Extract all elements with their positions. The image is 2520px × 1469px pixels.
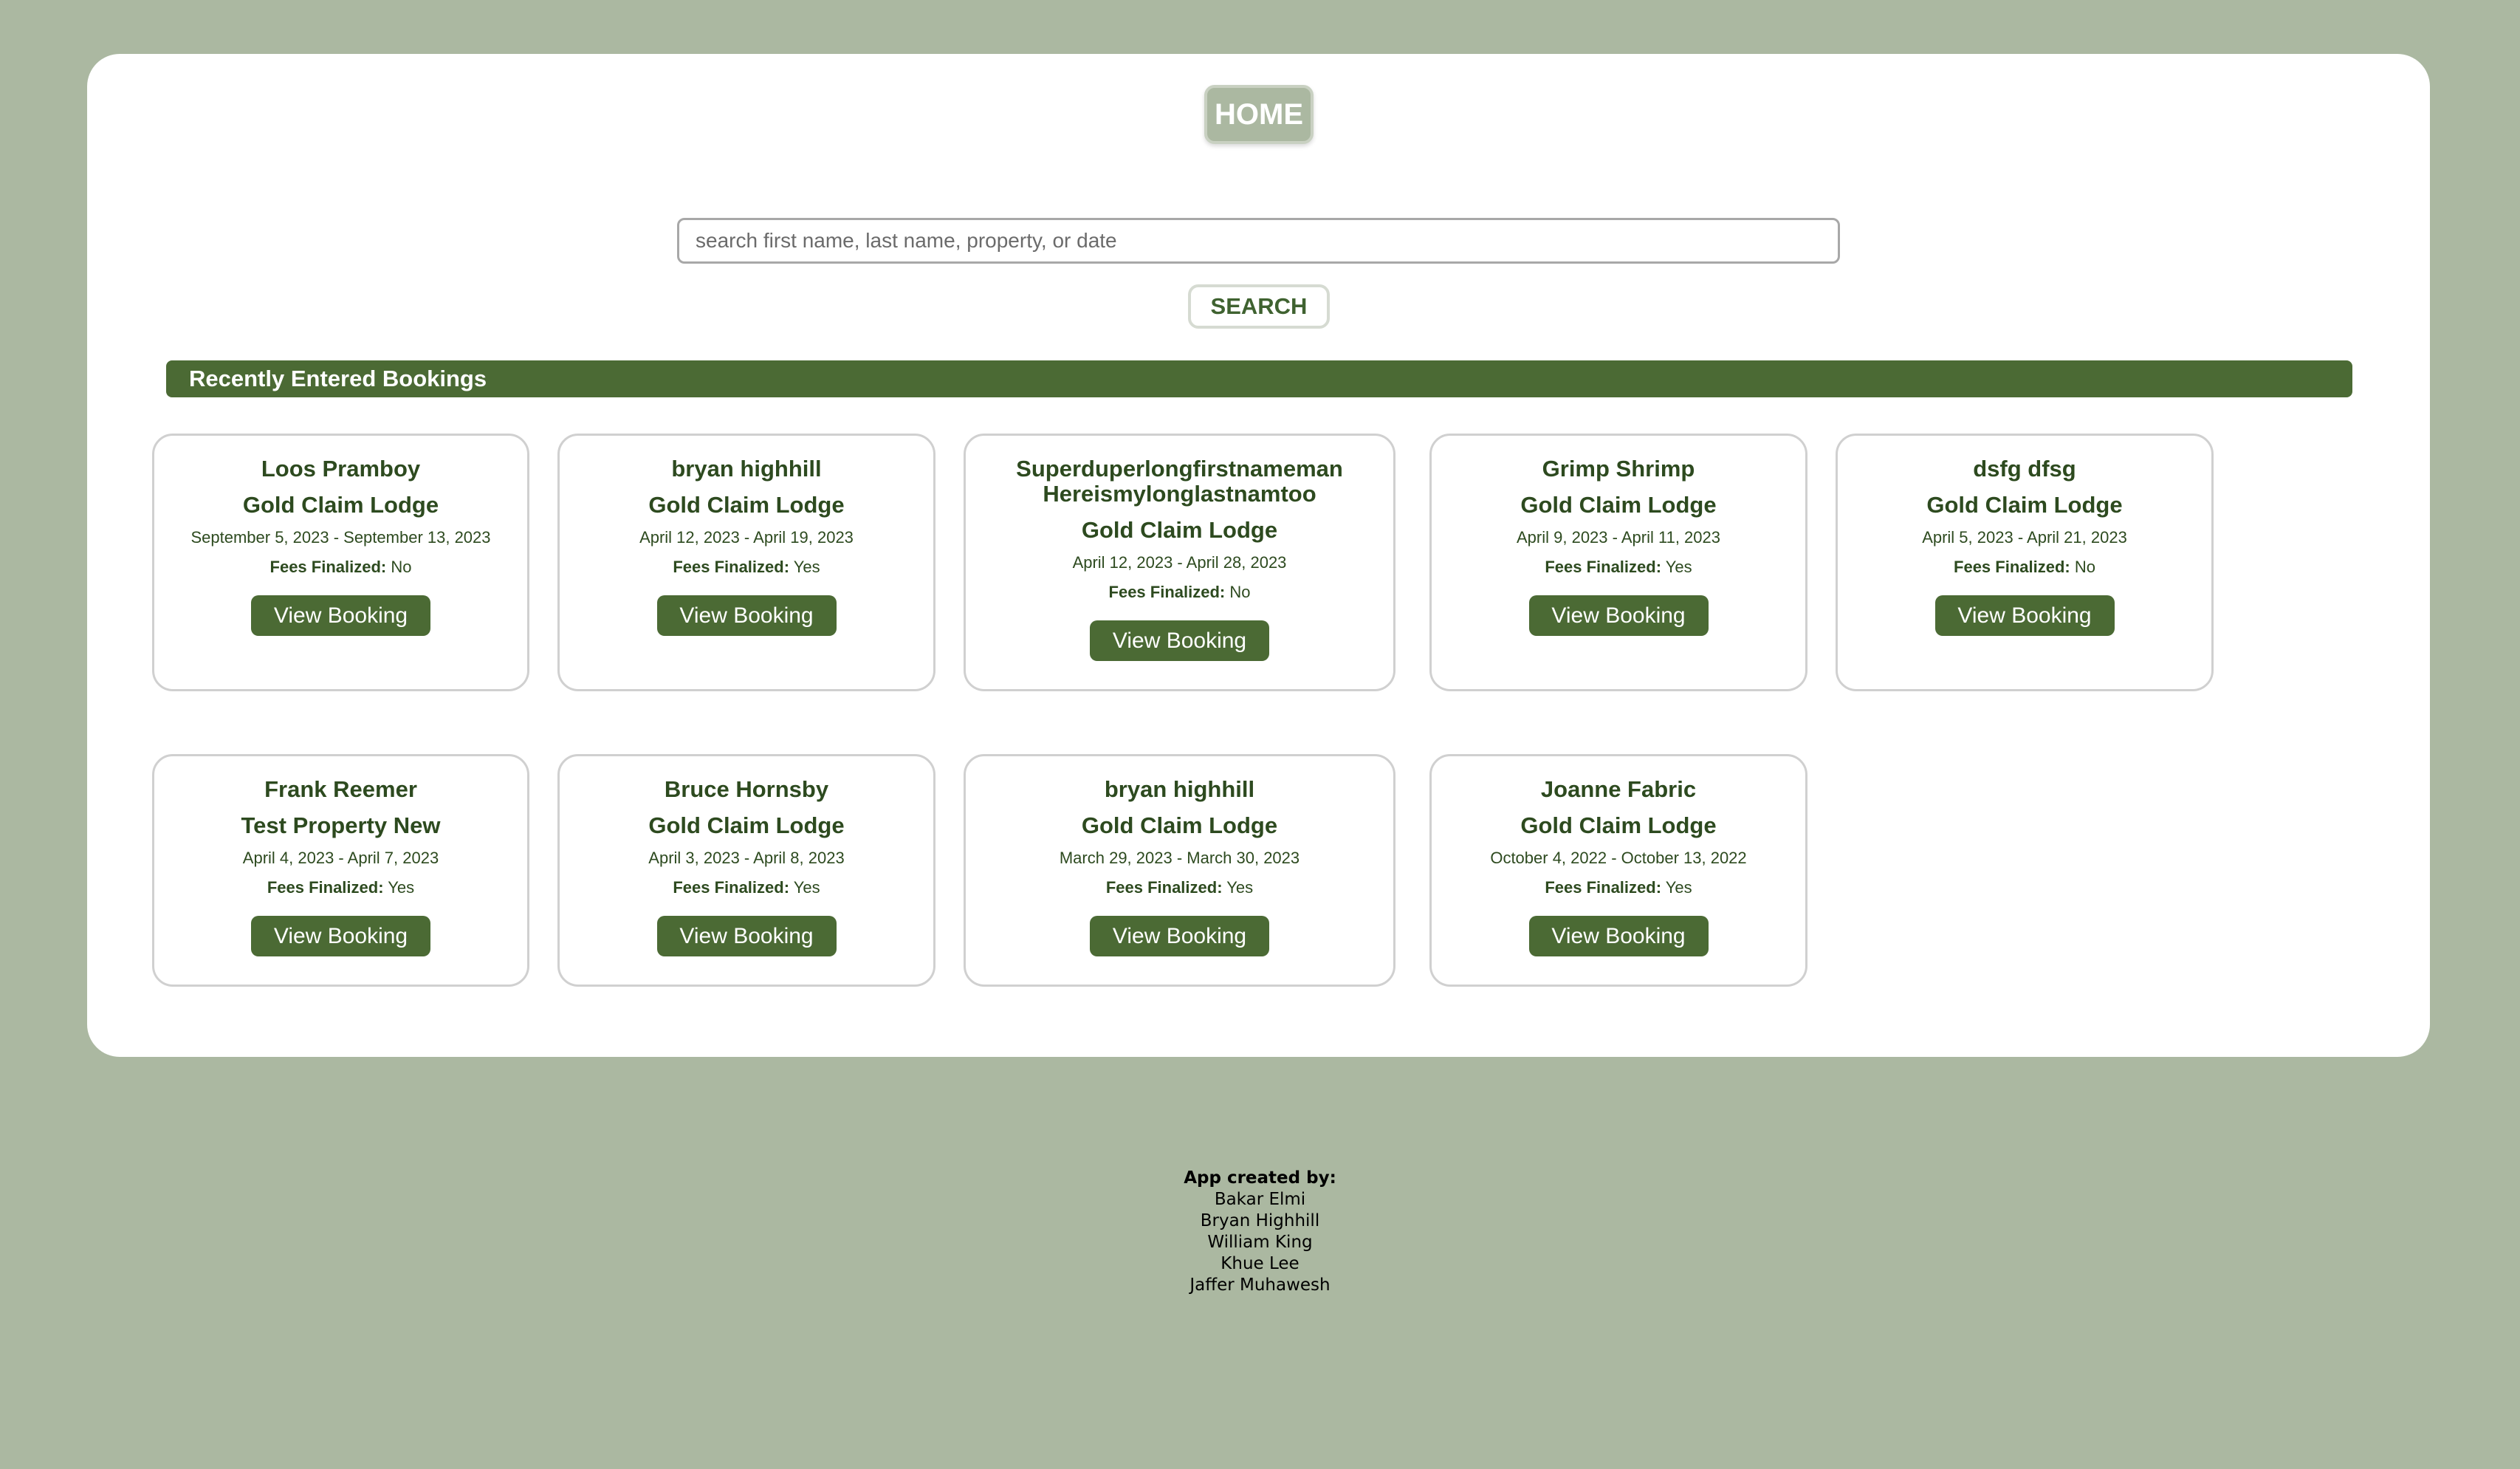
- booking-card: dsfg dfsg Gold Claim Lodge April 5, 2023…: [1836, 434, 2214, 691]
- credit-name: Bryan Highhill: [1200, 1211, 1320, 1230]
- booking-fees-status: Fees Finalized: No: [1109, 583, 1251, 602]
- booking-fees-status: Fees Finalized: No: [270, 558, 412, 577]
- booking-dates: April 5, 2023 - April 21, 2023: [1922, 528, 2127, 547]
- view-booking-button[interactable]: View Booking: [1090, 916, 1269, 956]
- recent-bookings-header: Recently Entered Bookings: [166, 360, 2352, 397]
- fees-label: Fees Finalized:: [1108, 583, 1226, 601]
- credit-name: Bakar Elmi: [1214, 1190, 1306, 1209]
- booking-fees-status: Fees Finalized: Yes: [1106, 878, 1253, 897]
- fees-label: Fees Finalized:: [269, 558, 387, 576]
- fees-label: Fees Finalized:: [1954, 558, 2070, 576]
- booking-dates: April 3, 2023 - April 8, 2023: [648, 849, 845, 867]
- booking-property: Gold Claim Lodge: [1926, 492, 2123, 518]
- footer-credits: App created by: Bakar Elmi Bryan Highhil…: [0, 1168, 2520, 1296]
- booking-guest-name: bryan highhill: [1104, 776, 1255, 802]
- fees-value: Yes: [793, 558, 820, 576]
- credit-name: Khue Lee: [1220, 1254, 1300, 1273]
- view-booking-button[interactable]: View Booking: [656, 595, 837, 636]
- booking-card: Superduperlongfirstnameman Hereismylongla…: [964, 434, 1395, 691]
- booking-fees-status: Fees Finalized: Yes: [1545, 558, 1692, 577]
- search-button[interactable]: SEARCH: [1188, 284, 1330, 329]
- fees-value: Yes: [1665, 558, 1692, 576]
- fees-value: Yes: [1226, 878, 1254, 897]
- view-booking-button[interactable]: View Booking: [251, 595, 430, 636]
- booking-property: Gold Claim Lodge: [648, 812, 845, 838]
- view-booking-button[interactable]: View Booking: [1528, 916, 1709, 956]
- booking-dates: September 5, 2023 - September 13, 2023: [190, 528, 491, 547]
- booking-dates: October 4, 2022 - October 13, 2022: [1490, 849, 1747, 867]
- booking-guest-name: bryan highhill: [671, 456, 822, 482]
- fees-value: Yes: [1665, 878, 1692, 897]
- view-booking-button[interactable]: View Booking: [1090, 620, 1269, 661]
- booking-fees-status: Fees Finalized: Yes: [673, 558, 820, 577]
- guest-name-line-1: Superduperlongfirstnameman: [1016, 456, 1343, 482]
- fees-value: No: [391, 558, 412, 576]
- main-panel: HOME SEARCH Recently Entered Bookings Lo…: [87, 54, 2430, 1057]
- booking-guest-name: Joanne Fabric: [1540, 776, 1697, 802]
- booking-fees-status: Fees Finalized: Yes: [673, 878, 820, 897]
- view-booking-button[interactable]: View Booking: [1934, 595, 2115, 636]
- fees-value: Yes: [388, 878, 415, 897]
- booking-property: Gold Claim Lodge: [1520, 492, 1717, 518]
- booking-fees-status: Fees Finalized: Yes: [267, 878, 414, 897]
- booking-card: Bruce Hornsby Gold Claim Lodge April 3, …: [557, 754, 935, 987]
- booking-property: Gold Claim Lodge: [1081, 517, 1278, 543]
- view-booking-button[interactable]: View Booking: [251, 916, 430, 956]
- booking-property: Gold Claim Lodge: [242, 492, 439, 518]
- booking-card: bryan highhill Gold Claim Lodge March 29…: [964, 754, 1395, 987]
- credit-name: William King: [1207, 1233, 1313, 1252]
- credits-heading: App created by:: [1184, 1168, 1336, 1188]
- booking-property: Gold Claim Lodge: [1520, 812, 1717, 838]
- booking-dates: April 12, 2023 - April 19, 2023: [639, 528, 854, 547]
- booking-property: Gold Claim Lodge: [1081, 812, 1278, 838]
- fees-value: No: [2074, 558, 2095, 576]
- fees-value: No: [1229, 583, 1251, 601]
- fees-label: Fees Finalized:: [267, 878, 384, 897]
- booking-dates: April 9, 2023 - April 11, 2023: [1517, 528, 1720, 547]
- booking-guest-name: dsfg dfsg: [1973, 456, 2076, 482]
- booking-guest-name: Superduperlongfirstnameman Hereismylongla…: [1016, 456, 1343, 507]
- booking-dates: April 12, 2023 - April 28, 2023: [1072, 553, 1287, 572]
- search-input[interactable]: [677, 218, 1840, 264]
- booking-guest-name: Grimp Shrimp: [1542, 456, 1695, 482]
- credit-name: Jaffer Muhawesh: [1189, 1275, 1331, 1295]
- booking-card: Joanne Fabric Gold Claim Lodge October 4…: [1429, 754, 1807, 987]
- fees-label: Fees Finalized:: [1545, 878, 1662, 897]
- booking-guest-name: Bruce Hornsby: [664, 776, 829, 802]
- booking-fees-status: Fees Finalized: No: [1954, 558, 2095, 577]
- booking-guest-name: Frank Reemer: [264, 776, 417, 802]
- booking-property: Test Property New: [241, 812, 441, 838]
- booking-card: Loos Pramboy Gold Claim Lodge September …: [152, 434, 529, 691]
- fees-label: Fees Finalized:: [1545, 558, 1662, 576]
- booking-guest-name: Loos Pramboy: [261, 456, 421, 482]
- booking-card: Frank Reemer Test Property New April 4, …: [152, 754, 529, 987]
- fees-label: Fees Finalized:: [673, 558, 790, 576]
- home-button[interactable]: HOME: [1204, 85, 1314, 144]
- view-booking-button[interactable]: View Booking: [656, 916, 837, 956]
- booking-property: Gold Claim Lodge: [648, 492, 845, 518]
- booking-fees-status: Fees Finalized: Yes: [1545, 878, 1692, 897]
- view-booking-button[interactable]: View Booking: [1528, 595, 1709, 636]
- booking-card: Grimp Shrimp Gold Claim Lodge April 9, 2…: [1429, 434, 1807, 691]
- booking-dates: April 4, 2023 - April 7, 2023: [242, 849, 439, 867]
- fees-label: Fees Finalized:: [673, 878, 790, 897]
- fees-label: Fees Finalized:: [1105, 878, 1223, 897]
- booking-dates: March 29, 2023 - March 30, 2023: [1059, 849, 1300, 867]
- fees-value: Yes: [793, 878, 820, 897]
- booking-card: bryan highhill Gold Claim Lodge April 12…: [557, 434, 935, 691]
- guest-name-line-2: Hereismylonglastnamtoo: [1043, 481, 1316, 507]
